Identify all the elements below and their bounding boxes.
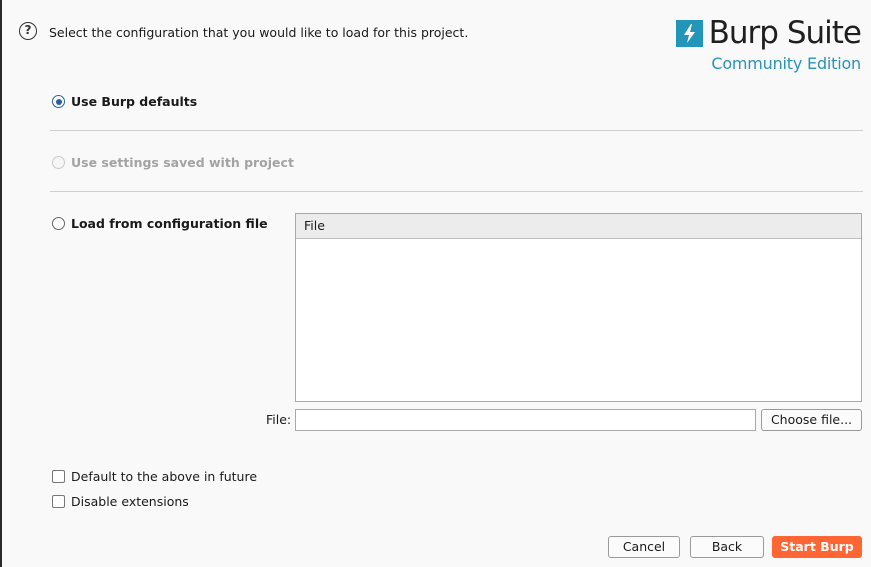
default-future-option[interactable]: Default to the above in future bbox=[52, 469, 257, 484]
disable-extensions-checkbox[interactable] bbox=[52, 495, 65, 508]
file-field-label: File: bbox=[266, 412, 292, 427]
option-project-settings-label: Use settings saved with project bbox=[71, 155, 294, 170]
option-burp-defaults[interactable]: Use Burp defaults bbox=[52, 94, 197, 109]
start-burp-button[interactable]: Start Burp bbox=[772, 536, 862, 558]
choose-file-button[interactable]: Choose file... bbox=[761, 409, 862, 431]
prompt-text: Select the configuration that you would … bbox=[49, 25, 469, 40]
divider bbox=[50, 191, 863, 192]
logo-edition: Community Edition bbox=[711, 54, 861, 73]
back-button[interactable]: Back bbox=[690, 536, 764, 558]
disable-extensions-option[interactable]: Disable extensions bbox=[52, 494, 189, 509]
burp-suite-logo: Burp Suite Community Edition bbox=[675, 15, 862, 73]
radio-project-settings bbox=[52, 156, 65, 169]
default-future-label: Default to the above in future bbox=[71, 469, 258, 484]
cancel-button[interactable]: Cancel bbox=[608, 536, 680, 558]
radio-config-file[interactable] bbox=[52, 217, 65, 230]
default-future-checkbox[interactable] bbox=[52, 470, 65, 483]
option-project-settings: Use settings saved with project bbox=[52, 155, 294, 170]
radio-burp-defaults[interactable] bbox=[52, 95, 65, 108]
logo-product-name: Burp Suite bbox=[708, 15, 862, 51]
option-config-file-label: Load from configuration file bbox=[71, 216, 268, 231]
config-file-table[interactable]: File bbox=[295, 213, 862, 402]
configuration-dialog: ? Select the configuration that you woul… bbox=[0, 0, 871, 567]
file-path-input[interactable] bbox=[295, 409, 756, 431]
option-burp-defaults-label: Use Burp defaults bbox=[71, 94, 198, 109]
divider bbox=[50, 130, 863, 131]
disable-extensions-label: Disable extensions bbox=[71, 494, 189, 509]
file-column-header[interactable]: File bbox=[296, 214, 861, 239]
option-config-file[interactable]: Load from configuration file bbox=[52, 216, 268, 231]
burp-logo-icon bbox=[675, 19, 703, 47]
help-icon[interactable]: ? bbox=[19, 22, 37, 40]
